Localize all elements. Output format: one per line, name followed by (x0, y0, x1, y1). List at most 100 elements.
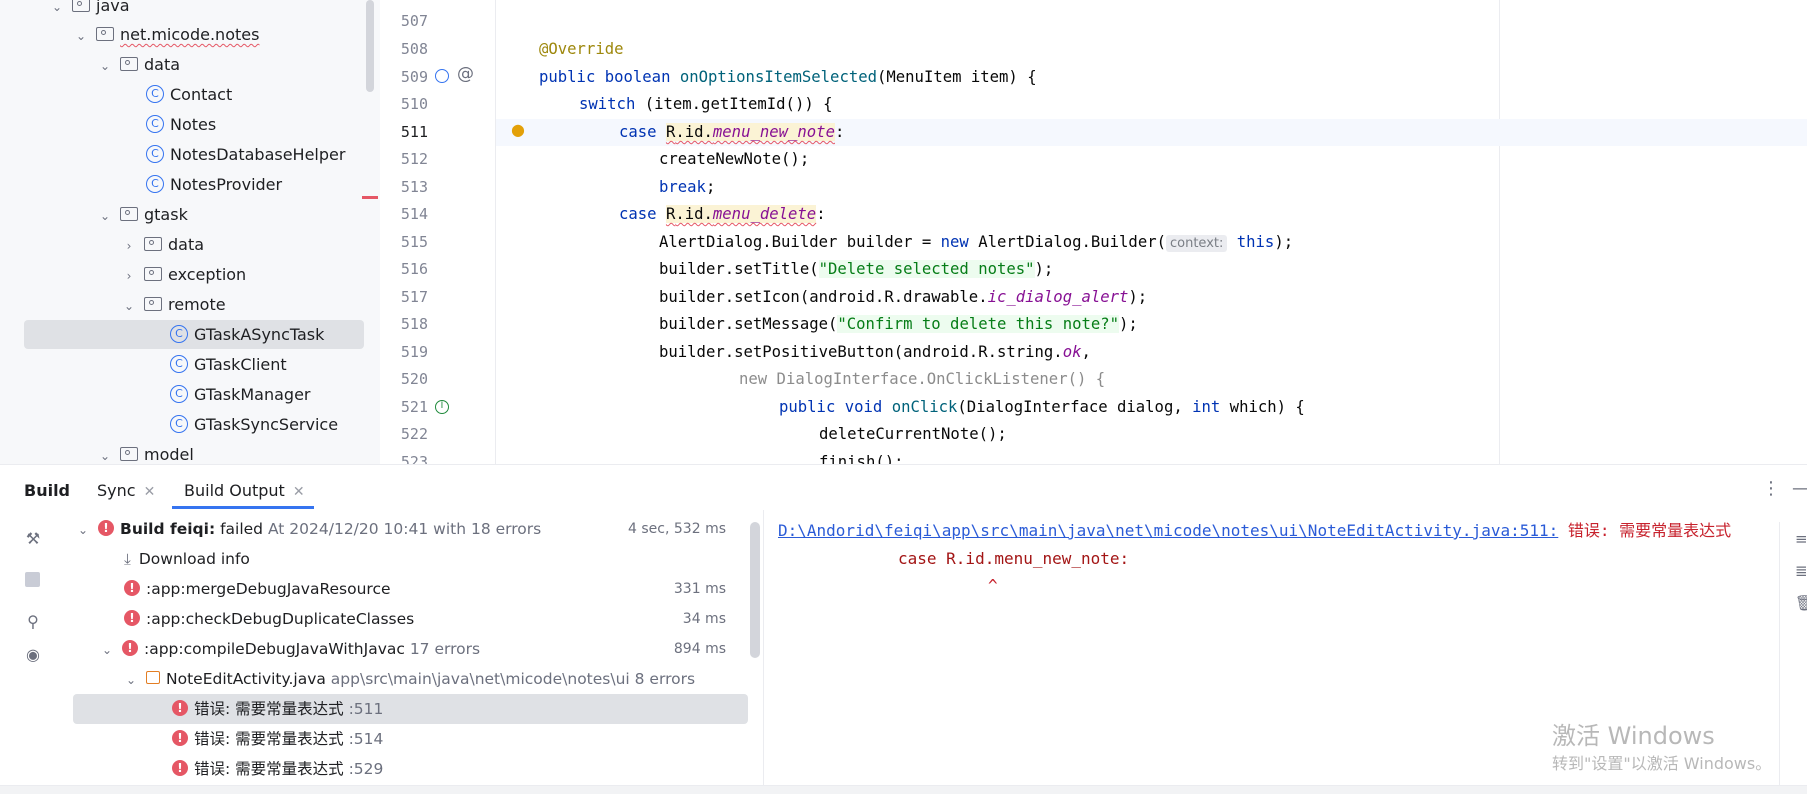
eye-icon[interactable]: ◉ (24, 646, 42, 664)
tree-item-gtask-sync-service[interactable]: C GTaskSyncService (170, 411, 338, 439)
tab-build[interactable]: Build (24, 474, 70, 508)
output-source-line: case R.id.menu_new_note: (898, 549, 1130, 568)
line-number: 520 (400, 370, 428, 388)
chevron-down-icon: ⌄ (99, 59, 111, 73)
pin-icon[interactable]: ⚲ (24, 613, 42, 631)
line-number: 512 (400, 150, 428, 168)
line-number: 513 (400, 178, 428, 196)
line-number: 511 (400, 123, 428, 141)
task-row-compile[interactable]: ⌄!:app:compileDebugJavaWithJavac 17 erro… (100, 634, 480, 664)
error-icon: ! (172, 699, 188, 716)
line-number: 510 (400, 95, 428, 113)
error-icon: ! (172, 759, 188, 776)
line-number: 507 (400, 12, 428, 30)
tree-item-gtask-data[interactable]: › data (122, 231, 204, 259)
chevron-down-icon: ⌄ (125, 673, 137, 687)
line-number: 514 (400, 205, 428, 223)
active-tab-indicator (172, 506, 314, 509)
tab-build-output[interactable]: Build Output ✕ (184, 474, 305, 508)
folder-icon (72, 0, 90, 12)
tree-item-gtask-manager[interactable]: C GTaskManager (170, 381, 311, 409)
tree-scrollbar[interactable] (366, 0, 374, 92)
error-highlight: R.id.menu_new_note (665, 123, 835, 141)
output-caret: ^ (988, 576, 998, 595)
error-row[interactable]: ! 错误: 需要常量表达式 :529 (172, 754, 383, 784)
task-row-merge[interactable]: !:app:mergeDebugJavaResource (124, 574, 391, 604)
trash-icon[interactable]: 🗑 (1795, 594, 1807, 612)
class-icon: C (170, 384, 188, 403)
class-icon: C (146, 174, 164, 193)
tree-item-remote[interactable]: ⌄ remote (122, 291, 226, 319)
task-duration: 331 ms (673, 581, 726, 597)
override-icon[interactable] (435, 69, 449, 83)
lightbulb-icon[interactable]: ● (511, 120, 525, 139)
pane-divider[interactable] (763, 510, 764, 793)
chevron-down-icon: ⌄ (77, 523, 89, 537)
build-duration: 4 sec, 532 ms (628, 521, 726, 537)
activate-windows-title: 激活 Windows (1552, 722, 1715, 750)
chevron-down-icon: ⌄ (75, 29, 87, 43)
tree-item-java[interactable]: ⌄ java (50, 0, 130, 20)
build-root-row[interactable]: ⌄! Build feiqi: failed At 2024/12/20 10:4… (76, 514, 541, 544)
chevron-down-icon: ⌄ (99, 449, 111, 463)
error-icon: ! (98, 519, 114, 536)
package-icon (120, 206, 138, 221)
class-icon: C (146, 114, 164, 133)
download-info-row[interactable]: ⤓ Download info (124, 544, 250, 574)
gutter-divider (495, 0, 496, 464)
line-number: 522 (400, 425, 428, 443)
line-number: 521 (400, 398, 428, 416)
line-number: 516 (400, 260, 428, 278)
tree-item-notes-provider[interactable]: C NotesProvider (146, 171, 282, 199)
error-row[interactable]: ! 错误: 需要常量表达式 :514 (172, 724, 383, 754)
task-duration: 894 ms (673, 641, 726, 657)
close-icon[interactable]: ✕ (293, 484, 305, 500)
right-margin-guide (1499, 0, 1500, 464)
error-icon: ! (124, 579, 140, 596)
line-number: 519 (400, 343, 428, 361)
class-icon: C (146, 84, 164, 103)
hammer-icon[interactable]: ⚒ (24, 530, 42, 548)
close-icon[interactable]: ✕ (144, 484, 156, 500)
error-icon: ! (124, 609, 140, 626)
tab-sync[interactable]: Sync ✕ (97, 474, 155, 508)
chevron-down-icon: ⌄ (51, 0, 63, 14)
chevron-down-icon: ⌄ (123, 299, 135, 313)
tree-item-gtask-client[interactable]: C GTaskClient (170, 351, 287, 379)
error-stripe-mark (362, 196, 378, 199)
tree-item-net-micode-notes[interactable]: ⌄ net.micode.notes (74, 21, 259, 49)
chevron-right-icon: › (126, 269, 132, 283)
tree-item-notes-database-helper[interactable]: C NotesDatabaseHelper (146, 141, 345, 169)
task-duration: 34 ms (682, 611, 726, 627)
class-icon: C (170, 414, 188, 433)
build-tree-scrollbar[interactable] (750, 522, 760, 658)
download-icon: ⤓ (124, 550, 131, 568)
more-options-icon[interactable]: ⋮ (1762, 478, 1780, 499)
package-icon (120, 56, 138, 71)
error-row[interactable]: ! 错误: 需要常量表达式 :511 (172, 694, 383, 724)
soft-wrap-icon[interactable]: ≡ (1795, 530, 1807, 548)
package-icon (144, 296, 162, 311)
task-row-check[interactable]: !:app:checkDebugDuplicateClasses (124, 604, 414, 634)
tree-item-gtask-async-task[interactable]: C GTaskASyncTask (170, 321, 324, 349)
stop-icon[interactable] (25, 572, 40, 587)
tree-item-model[interactable]: ⌄ model (98, 441, 194, 464)
error-icon: ! (122, 639, 138, 656)
at-sign-icon[interactable]: @ (457, 64, 474, 84)
chevron-down-icon: ⌄ (99, 209, 111, 223)
class-icon: C (170, 354, 188, 373)
tree-item-exception[interactable]: › exception (122, 261, 247, 289)
tree-item-gtask[interactable]: ⌄ gtask (98, 201, 188, 229)
chevron-down-icon: ⌄ (101, 643, 113, 657)
error-file-link[interactable]: D:\Andorid\feiqi\app\src\main\java\net\m… (778, 521, 1558, 540)
tree-item-notes[interactable]: C Notes (146, 111, 216, 139)
implement-icon[interactable]: I (435, 400, 449, 414)
error-highlight: R.id.menu_delete (665, 205, 817, 223)
file-row[interactable]: ⌄ NoteEditActivity.java app\src\main\java… (124, 664, 695, 694)
minimize-icon[interactable]: — (1792, 478, 1807, 499)
scroll-to-end-icon[interactable]: ≣ (1795, 562, 1807, 580)
chevron-right-icon: › (126, 239, 132, 253)
tree-item-contact[interactable]: C Contact (146, 81, 232, 109)
annotation: @Override (539, 40, 624, 58)
tree-item-data[interactable]: ⌄ data (98, 51, 180, 79)
